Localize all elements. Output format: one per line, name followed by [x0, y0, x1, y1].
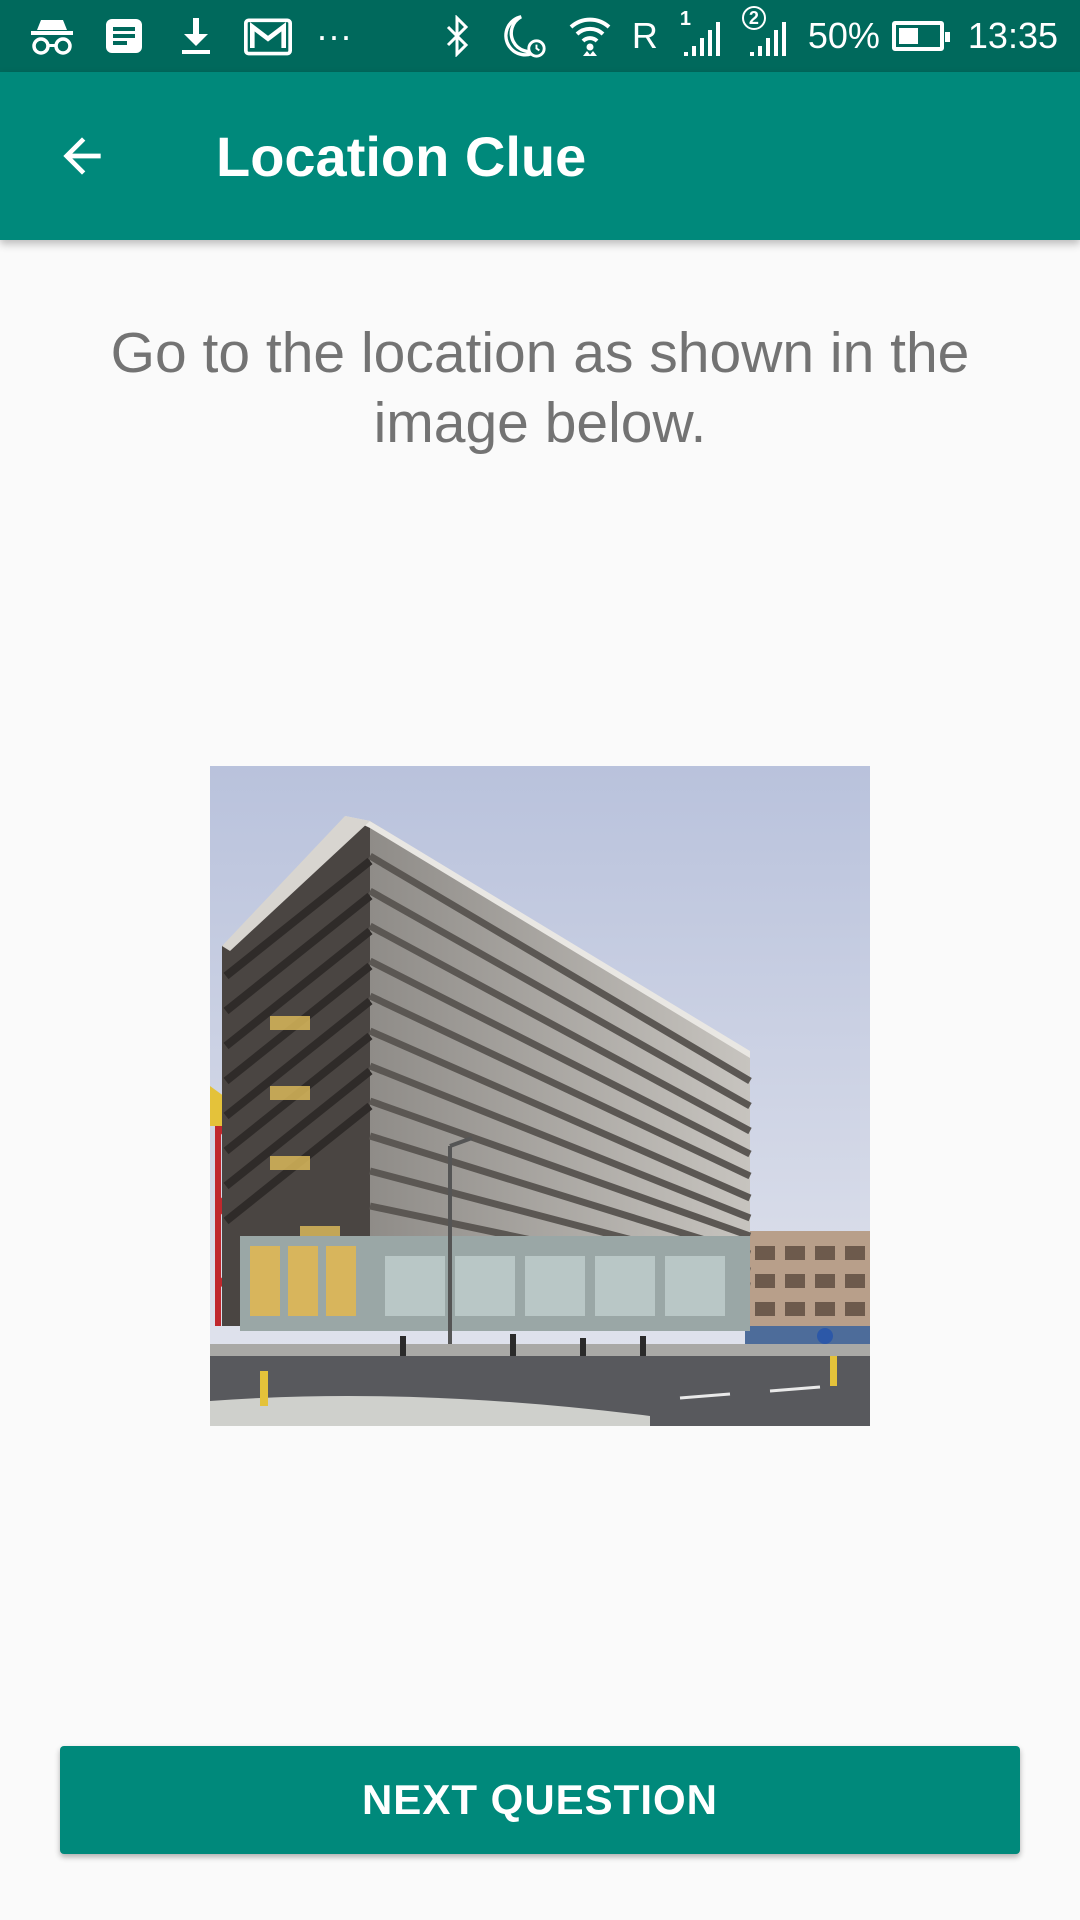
battery-icon — [891, 21, 950, 51]
app-bar: Location Clue — [0, 72, 1080, 240]
do-not-disturb-alarm-icon — [500, 12, 548, 60]
status-bar: ··· R 1 2 50% 13:35 — [0, 0, 1080, 72]
next-question-button[interactable]: NEXT QUESTION — [60, 1746, 1020, 1854]
signal-sim2-icon: 2 — [741, 6, 790, 60]
instruction-text: Go to the location as shown in the image… — [110, 321, 970, 455]
news-icon — [100, 12, 148, 60]
page-title: Location Clue — [216, 124, 587, 188]
signal-sim1-icon: 1 — [676, 8, 724, 60]
arrow-back-icon — [63, 137, 101, 175]
sim2-label: 2 — [741, 6, 766, 30]
battery-percent: 50% — [807, 15, 880, 56]
battery-level — [898, 28, 918, 44]
more-notifications-icon: ··· — [316, 15, 352, 56]
gmail-icon — [244, 12, 292, 60]
wifi-icon — [566, 12, 614, 60]
download-icon — [172, 12, 220, 60]
back-button[interactable] — [22, 96, 142, 216]
bluetooth-icon — [434, 12, 482, 60]
incognito-icon — [28, 12, 76, 60]
sim1-label: 1 — [679, 8, 691, 30]
clock: 13:35 — [967, 15, 1058, 56]
location-photo — [210, 766, 870, 1426]
network-type: R — [631, 15, 658, 56]
